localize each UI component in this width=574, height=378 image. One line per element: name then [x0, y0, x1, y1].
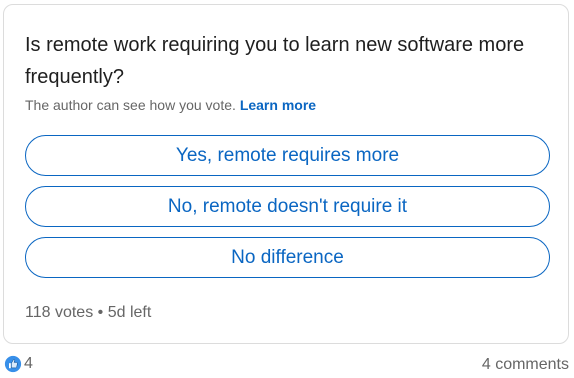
- poll-meta: 118 votes • 5d left: [25, 303, 151, 323]
- learn-more-link[interactable]: Learn more: [240, 97, 316, 113]
- social-bar: 4 4 comments: [0, 352, 574, 376]
- time-left: 5d left: [107, 304, 152, 321]
- poll-question: Is remote work requiring you to learn ne…: [25, 34, 525, 88]
- comments-count-link[interactable]: 4 comments: [482, 355, 569, 375]
- meta-separator: •: [97, 304, 104, 321]
- poll-card: Is remote work requiring you to learn ne…: [3, 4, 569, 344]
- poll-option-yes-remote-requires-more[interactable]: Yes, remote requires more: [25, 135, 550, 176]
- like-icon: [4, 355, 22, 373]
- poll-option-no-difference[interactable]: No difference: [25, 237, 550, 278]
- post-page: Is remote work requiring you to learn ne…: [0, 0, 574, 378]
- poll-options: Yes, remote requires more No, remote doe…: [25, 135, 550, 288]
- poll-option-no-remote-doesnt-require[interactable]: No, remote doesn't require it: [25, 186, 550, 227]
- reaction-count: 4: [24, 355, 33, 372]
- vote-count: 118 votes: [25, 304, 94, 321]
- vote-visibility-notice: The author can see how you vote. Learn m…: [25, 96, 316, 114]
- reactions-summary[interactable]: 4: [4, 354, 33, 374]
- vote-visibility-text: The author can see how you vote.: [25, 97, 236, 113]
